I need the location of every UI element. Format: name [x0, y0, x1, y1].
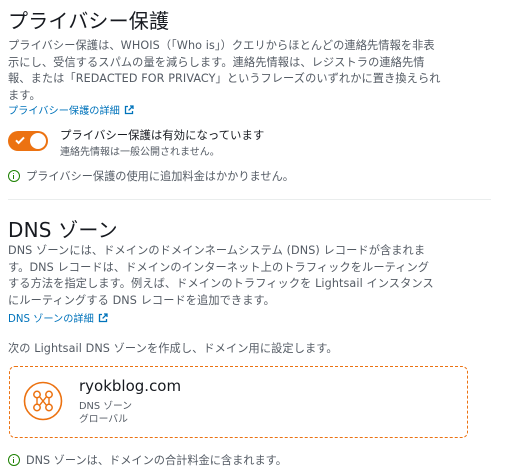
privacy-title: プライバシー保護	[8, 9, 170, 33]
privacy-toggle-description: 連絡先情報は一般公開されません。	[60, 147, 220, 158]
privacy-description-line: 報、または「REDACTED FOR PRIVACY」というフレーズのいずれかに…	[8, 72, 441, 85]
dns-details-link[interactable]: DNS ゾーンの詳細	[8, 310, 108, 325]
external-link-icon	[124, 104, 134, 114]
dns-zone-scope: グローバル	[79, 414, 128, 425]
privacy-details-link[interactable]: プライバシー保護の詳細	[8, 102, 134, 117]
privacy-description-line: プライバシー保護は、WHOIS（「Who is」）クエリからほとんどの連絡先情報…	[8, 39, 435, 52]
dns-details-link-label: DNS ゾーンの詳細	[8, 314, 94, 325]
privacy-description-line: 示にし、受信するスパムの量を減らします。連絡先情報は、レジストラの連絡先情	[8, 55, 425, 69]
privacy-info: プライバシー保護の使用に追加料金はかかりません。	[8, 168, 294, 184]
external-link-icon	[98, 312, 108, 322]
info-icon	[8, 170, 20, 182]
privacy-description: プライバシー保護は、WHOIS（「Who is」）クエリからほとんどの連絡先情報…	[8, 38, 441, 104]
dns-description-line: DNS ゾーンには、ドメインのドメインネームシステム (DNS) レコードが含ま…	[8, 244, 426, 257]
dns-info: DNS ゾーンは、ドメインの合計料金に含まれます。	[8, 452, 287, 468]
check-icon	[15, 136, 25, 145]
dns-zone-card[interactable]: ryokblog.com DNS ゾーン グローバル	[9, 366, 468, 438]
dns-description: DNS ゾーンには、ドメインのドメインネームシステム (DNS) レコードが含ま…	[8, 243, 434, 309]
dns-create-text-line: 次の Lightsail DNS ゾーンを作成し、ドメイン用に設定します。	[8, 342, 338, 355]
privacy-toggle[interactable]	[8, 131, 48, 151]
privacy-info-text: プライバシー保護の使用に追加料金はかかりません。	[26, 170, 294, 183]
dns-info-text: DNS ゾーンは、ドメインの合計料金に含まれます。	[26, 454, 287, 467]
dns-title: DNS ゾーン	[8, 218, 118, 242]
dns-description-line: す。DNS レコードは、ドメインのインターネット上のトラフィックをルーティング	[8, 260, 430, 274]
dns-zone-icon	[23, 381, 63, 421]
section-divider	[8, 199, 491, 200]
privacy-details-link-label: プライバシー保護の詳細	[8, 106, 120, 117]
dns-create-text: 次の Lightsail DNS ゾーンを作成し、ドメイン用に設定します。	[8, 341, 338, 358]
dns-description-line: する方法を指定します。例えば、ドメインのトラフィックを Lightsail イン…	[8, 277, 434, 290]
toggle-knob	[30, 133, 46, 149]
dns-description-line: にルーティングする DNS レコードを追加できます。	[8, 293, 275, 307]
dns-zone-name: ryokblog.com	[79, 377, 182, 395]
privacy-toggle-label: プライバシー保護は有効になっています	[60, 128, 265, 142]
dns-zone-type: DNS ゾーン	[79, 401, 133, 412]
info-icon	[8, 454, 20, 466]
